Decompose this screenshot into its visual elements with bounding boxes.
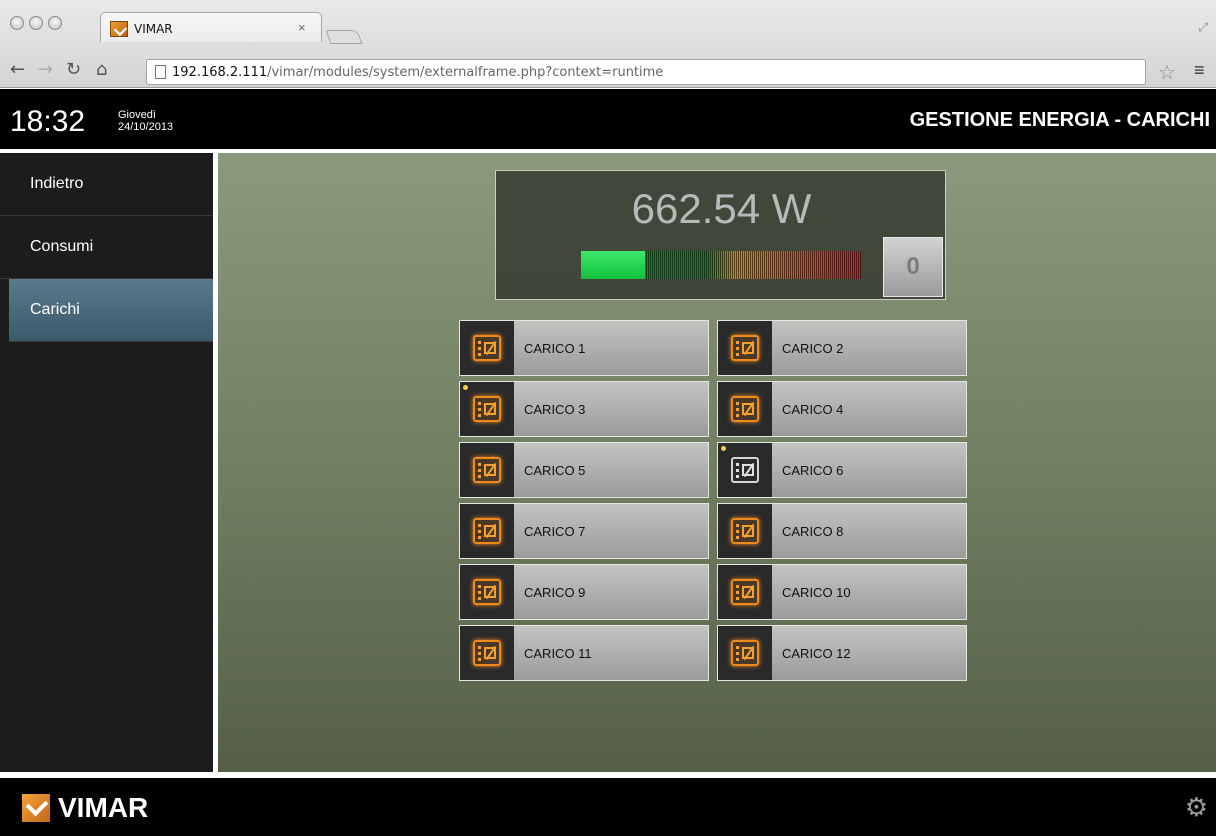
load-switch-icon <box>731 579 759 605</box>
load-label: CARICO 10 <box>782 584 851 600</box>
url-text: 192.168.2.111/vimar/modules/system/exter… <box>172 65 663 80</box>
address-bar[interactable]: 192.168.2.111/vimar/modules/system/exter… <box>146 59 1146 85</box>
load-switch-icon <box>731 396 759 422</box>
page-icon <box>155 65 166 79</box>
load-label: CARICO 6 <box>782 462 844 478</box>
tab-title: VIMAR <box>134 22 173 36</box>
sidebar-item-indietro[interactable]: Indietro <box>0 153 213 216</box>
load-button[interactable]: CARICO 1 <box>459 320 709 376</box>
load-switch-icon <box>731 457 759 483</box>
power-reading: 662.54 W <box>631 185 812 232</box>
load-switch-icon <box>731 640 759 666</box>
load-switch-icon <box>473 396 501 422</box>
load-switch-icon <box>473 457 501 483</box>
sidebar: Indietro Consumi Carichi <box>0 153 213 772</box>
load-label: CARICO 7 <box>524 523 586 539</box>
load-label: CARICO 1 <box>524 340 586 356</box>
minimize-window-button[interactable] <box>29 16 43 30</box>
sidebar-item-label: Indietro <box>30 175 84 192</box>
load-label: CARICO 5 <box>524 462 586 478</box>
load-switch-icon <box>731 518 759 544</box>
load-label: CARICO 4 <box>782 401 844 417</box>
vimar-favicon-icon <box>110 21 128 37</box>
load-button[interactable]: CARICO 11 <box>459 625 709 681</box>
power-panel: 662.54 W 0 <box>495 170 946 300</box>
weekday: Giovedì <box>118 109 156 121</box>
reload-icon[interactable]: ↻ <box>66 59 81 80</box>
sidebar-item-carichi[interactable]: Carichi <box>9 279 213 342</box>
load-label: CARICO 2 <box>782 340 844 356</box>
load-switch-icon <box>473 335 501 361</box>
zoom-window-button[interactable] <box>48 16 62 30</box>
load-icon-tile <box>718 321 772 375</box>
load-switch-icon <box>473 579 501 605</box>
window-controls <box>10 16 62 30</box>
date: 24/10/2013 <box>118 121 174 133</box>
load-switch-icon <box>731 335 759 361</box>
status-led-icon <box>721 446 726 451</box>
home-icon[interactable]: ⌂ <box>96 59 107 80</box>
gear-icon[interactable]: ⚙ <box>1185 792 1208 823</box>
load-button[interactable]: CARICO 7 <box>459 503 709 559</box>
fullscreen-icon[interactable]: ⤢ <box>1198 20 1208 35</box>
vimar-logo-icon <box>22 794 50 822</box>
clock-time: 18:32 <box>10 105 86 138</box>
date-display: Giovedì 24/10/2013 <box>118 109 173 133</box>
load-label: CARICO 12 <box>782 645 851 661</box>
load-label: CARICO 3 <box>524 401 586 417</box>
load-button[interactable]: CARICO 12 <box>717 625 967 681</box>
load-icon-tile <box>718 443 772 497</box>
sidebar-item-label: Consumi <box>30 238 94 255</box>
brand: VIMAR <box>22 792 148 824</box>
load-icon-tile <box>718 565 772 619</box>
power-meter <box>581 251 861 279</box>
url-host: 192.168.2.111 <box>172 64 268 80</box>
status-led-icon <box>463 385 468 390</box>
load-label: CARICO 8 <box>782 523 844 539</box>
load-icon-tile <box>460 504 514 558</box>
bookmark-star-icon[interactable]: ☆ <box>1158 60 1176 85</box>
load-icon-tile <box>460 443 514 497</box>
load-icon-tile <box>460 565 514 619</box>
url-path: /vimar/modules/system/externalframe.php?… <box>267 64 664 80</box>
sidebar-item-consumi[interactable]: Consumi <box>0 216 213 279</box>
meter-fill <box>581 251 646 279</box>
tab-close-icon[interactable]: × <box>298 20 306 35</box>
load-icon-tile <box>460 382 514 436</box>
load-icon-tile <box>460 626 514 680</box>
load-label: CARICO 9 <box>524 584 586 600</box>
load-button[interactable]: CARICO 2 <box>717 320 967 376</box>
navigation-bar: ← → ↻ ⌂ 192.168.2.111/vimar/modules/syst… <box>0 56 1216 88</box>
load-icon-tile <box>718 382 772 436</box>
browser-chrome: VIMAR × ⤢ ← → ↻ ⌂ 192.168.2.111/vimar/mo… <box>0 0 1216 88</box>
load-switch-icon <box>473 640 501 666</box>
load-label: CARICO 11 <box>524 645 592 661</box>
reset-button[interactable]: 0 <box>883 237 943 297</box>
back-arrow-icon[interactable]: ← <box>10 59 25 80</box>
load-icon-tile <box>718 504 772 558</box>
tab-content: VIMAR <box>110 18 173 40</box>
app-footer: VIMAR ⚙ <box>0 778 1216 836</box>
menu-icon[interactable]: ≡ <box>1194 60 1205 81</box>
page-title: GESTIONE ENERGIA - CARICHI <box>909 109 1210 131</box>
new-tab-button[interactable] <box>325 30 363 44</box>
main-panel: 662.54 W 0 CARICO 1 CARICO 2 CARICO 3 CARIC… <box>218 153 1216 772</box>
load-icon-tile <box>460 321 514 375</box>
brand-name: VIMAR <box>58 792 149 823</box>
sidebar-item-label: Carichi <box>30 301 80 318</box>
load-button[interactable]: CARICO 4 <box>717 381 967 437</box>
app-header: 18:32 Giovedì 24/10/2013 GESTIONE ENERGI… <box>0 89 1216 149</box>
load-button[interactable]: CARICO 10 <box>717 564 967 620</box>
close-window-button[interactable] <box>10 16 24 30</box>
load-button[interactable]: CARICO 5 <box>459 442 709 498</box>
forward-arrow-icon[interactable]: → <box>38 59 53 80</box>
load-button[interactable]: CARICO 6 <box>717 442 967 498</box>
load-switch-icon <box>473 518 501 544</box>
load-button[interactable]: CARICO 3 <box>459 381 709 437</box>
load-icon-tile <box>718 626 772 680</box>
load-button[interactable]: CARICO 8 <box>717 503 967 559</box>
load-button[interactable]: CARICO 9 <box>459 564 709 620</box>
